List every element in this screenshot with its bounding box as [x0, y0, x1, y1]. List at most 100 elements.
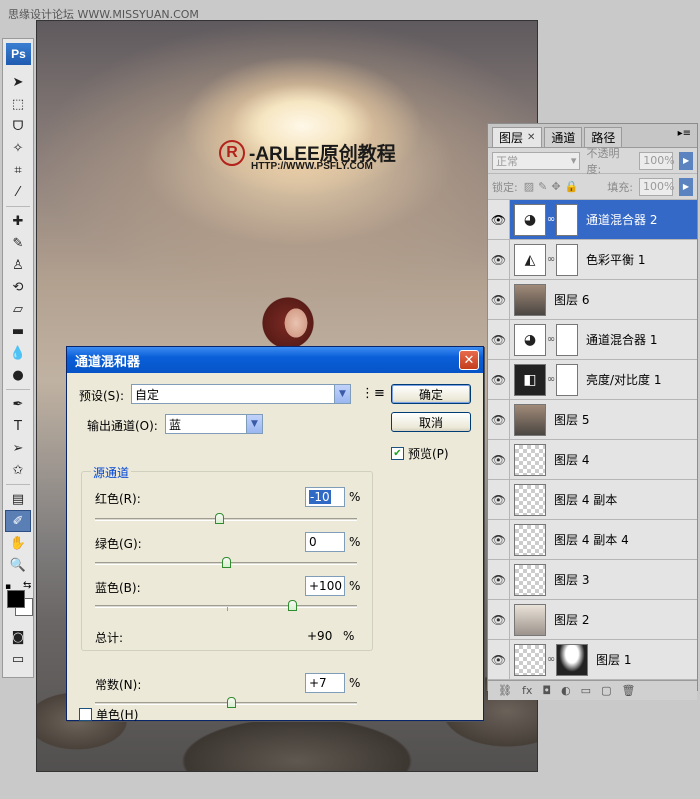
shape-icon[interactable]: ✩ — [5, 459, 31, 481]
zoom-icon[interactable]: 🔍 — [5, 554, 31, 576]
color-balance-thumbnail-icon[interactable]: ◭ — [514, 243, 546, 276]
pen-icon[interactable]: ✒ — [5, 393, 31, 415]
layer-thumbnail[interactable] — [514, 603, 546, 636]
layer-thumbnail[interactable] — [514, 443, 546, 476]
hand-icon[interactable]: ✋ — [5, 532, 31, 554]
close-button[interactable]: ✕ — [459, 350, 479, 370]
layer-row[interactable]: 👁 ◭ ∞ 色彩平衡 1 — [488, 240, 697, 280]
eye-icon[interactable]: 👁 — [488, 360, 510, 399]
layer-row[interactable]: 👁 ◕ ∞ 通道混合器 2 — [488, 200, 697, 240]
link-icon[interactable]: ∞ — [546, 254, 556, 265]
monochrome-option[interactable]: 单色(H) — [79, 706, 138, 723]
link-icon[interactable]: ∞ — [546, 214, 556, 225]
red-slider-track[interactable] — [95, 518, 357, 521]
lock-transparent-icon[interactable]: ▨ — [524, 180, 534, 193]
adjustment-icon[interactable]: ◐ — [561, 684, 571, 697]
layer-thumbnail[interactable] — [514, 563, 546, 596]
cancel-button[interactable]: 取消 — [391, 412, 471, 432]
layer-row[interactable]: 👁 ◧ ∞ 亮度/对比度 1 — [488, 360, 697, 400]
close-icon[interactable]: ✕ — [527, 132, 535, 143]
history-brush-icon[interactable]: ⟲ — [5, 276, 31, 298]
layer-mask-thumbnail[interactable] — [556, 643, 588, 676]
quick-mask-icon[interactable]: ◙ — [5, 626, 31, 648]
tab-paths[interactable]: 路径 — [584, 127, 623, 147]
opacity-slider-button[interactable]: ▶ — [679, 151, 693, 170]
blue-slider-track[interactable] — [95, 605, 357, 608]
preset-select[interactable]: 自定 ▼ — [131, 384, 351, 404]
layer-thumbnail[interactable] — [514, 483, 546, 516]
eyedropper-icon[interactable]: ⁄ — [5, 181, 31, 203]
channel-mixer-thumbnail-icon[interactable]: ◕ — [514, 203, 546, 236]
layer-row[interactable]: 👁 ◕ ∞ 通道混合器 1 — [488, 320, 697, 360]
layer-mask-thumbnail[interactable] — [556, 243, 578, 276]
eye-icon[interactable]: 👁 — [488, 320, 510, 359]
layer-thumbnail[interactable] — [514, 643, 546, 676]
lock-all-icon[interactable]: 🔒 — [565, 180, 579, 193]
clone-stamp-icon[interactable]: ♙ — [5, 254, 31, 276]
eye-icon[interactable]: 👁 — [488, 640, 510, 679]
layer-mask-thumbnail[interactable] — [556, 323, 578, 356]
mask-icon[interactable]: ◘ — [542, 684, 551, 697]
ok-button[interactable]: 确定 — [391, 384, 471, 404]
gradient-icon[interactable]: ▬ — [5, 320, 31, 342]
healing-brush-icon[interactable]: ✚ — [5, 210, 31, 232]
channel-mixer-thumbnail-icon[interactable]: ◕ — [514, 323, 546, 356]
link-icon[interactable]: ∞ — [546, 374, 556, 385]
opacity-input[interactable]: 100% — [639, 151, 675, 170]
layer-row[interactable]: 👁 图层 6 — [488, 280, 697, 320]
eye-icon[interactable]: 👁 — [488, 280, 510, 319]
red-input[interactable]: -10 — [305, 487, 345, 507]
eye-icon[interactable]: 👁 — [488, 600, 510, 639]
eyedropper-active-icon[interactable]: ✐ — [5, 510, 31, 532]
preview-checkbox[interactable]: ✔ — [391, 447, 404, 460]
red-slider-thumb[interactable] — [215, 513, 225, 524]
layer-row[interactable]: 👁 图层 2 — [488, 600, 697, 640]
panel-menu-icon[interactable]: ▸≡ — [678, 128, 691, 139]
blue-input[interactable]: +100 — [305, 576, 345, 596]
layer-thumbnail[interactable] — [514, 523, 546, 556]
output-channel-select[interactable]: 蓝 ▼ — [165, 414, 263, 434]
fill-slider-button[interactable]: ▶ — [679, 177, 693, 196]
layer-mask-thumbnail[interactable] — [556, 203, 578, 236]
green-slider-thumb[interactable] — [222, 557, 231, 568]
fx-icon[interactable]: fx — [522, 684, 532, 697]
eye-icon[interactable]: 👁 — [488, 440, 510, 479]
blend-mode-select[interactable]: 正常 ▾ — [492, 151, 581, 170]
constant-input[interactable]: +7 — [305, 673, 345, 693]
eye-icon[interactable]: 👁 — [488, 520, 510, 559]
eye-icon[interactable]: 👁 — [488, 200, 510, 239]
tab-layers[interactable]: 图层 ✕ — [492, 127, 543, 147]
link-icon[interactable]: ∞ — [546, 334, 556, 345]
eye-icon[interactable]: 👁 — [488, 240, 510, 279]
folder-icon[interactable]: ▭ — [581, 684, 591, 697]
layer-thumbnail[interactable] — [514, 283, 546, 316]
brush-icon[interactable]: ✎ — [5, 232, 31, 254]
tab-channels[interactable]: 通道 — [544, 127, 583, 147]
magic-wand-icon[interactable]: ✧ — [5, 137, 31, 159]
dodge-icon[interactable]: ● — [5, 364, 31, 386]
constant-slider-thumb[interactable] — [226, 697, 236, 708]
path-selection-icon[interactable]: ➢ — [5, 437, 31, 459]
new-layer-icon[interactable]: ▢ — [601, 684, 611, 697]
eye-icon[interactable]: 👁 — [488, 480, 510, 519]
blur-icon[interactable]: 💧 — [5, 342, 31, 364]
foreground-color-swatch[interactable] — [7, 590, 25, 608]
link-icon[interactable]: ⛓ — [498, 684, 512, 697]
eraser-icon[interactable]: ▱ — [5, 298, 31, 320]
layer-row[interactable]: 👁 ∞ 图层 1 — [488, 640, 697, 680]
link-icon[interactable]: ∞ — [546, 654, 556, 665]
screen-mode-icon[interactable]: ▭ — [5, 648, 31, 670]
move-icon[interactable]: ➤ — [5, 71, 31, 93]
lock-position-icon[interactable]: ✥ — [551, 180, 560, 193]
layer-row[interactable]: 👁 图层 4 — [488, 440, 697, 480]
lock-paint-icon[interactable]: ✎ — [538, 180, 547, 193]
preview-option[interactable]: ✔ 预览(P) — [391, 445, 449, 462]
green-input[interactable]: 0 — [305, 532, 345, 552]
fill-input[interactable]: 100% — [639, 177, 674, 196]
blue-slider-thumb[interactable] — [287, 600, 297, 611]
layer-row[interactable]: 👁 图层 3 — [488, 560, 697, 600]
type-icon[interactable]: T — [5, 415, 31, 437]
eye-icon[interactable]: 👁 — [488, 400, 510, 439]
eye-icon[interactable]: 👁 — [488, 560, 510, 599]
layer-row[interactable]: 👁 图层 4 副本 — [488, 480, 697, 520]
